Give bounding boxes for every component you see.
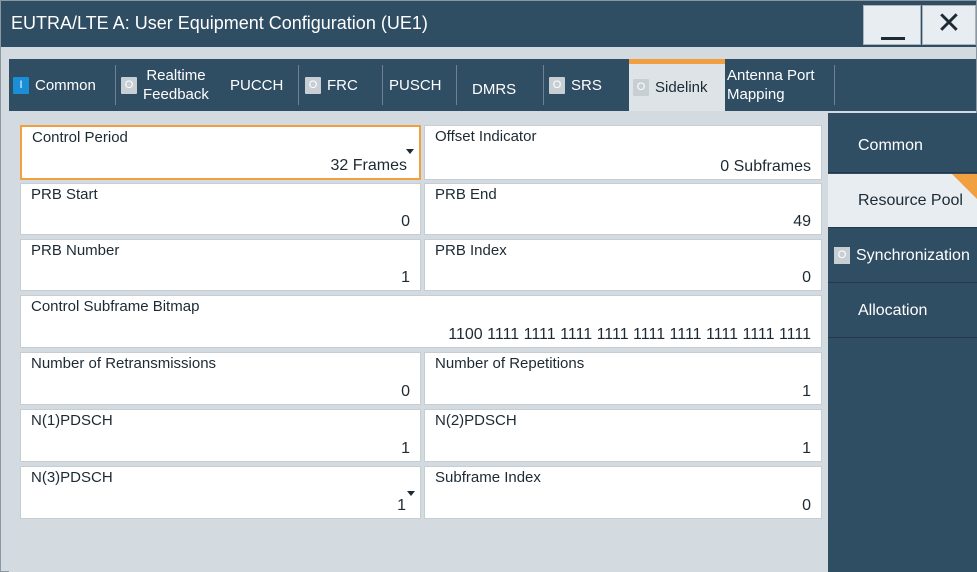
close-icon: ✕ — [936, 7, 962, 40]
num-retransmissions-field[interactable]: Number of Retransmissions 0 — [20, 352, 421, 405]
prb-number-field[interactable]: PRB Number 1 — [20, 239, 421, 291]
title-bar: EUTRA/LTE A: User Equipment Configuratio… — [1, 1, 976, 47]
tab-frc-label: FRC — [327, 76, 358, 94]
prb-index-field[interactable]: PRB Index 0 — [424, 239, 822, 291]
n3-pdsch-label: N(3)PDSCH — [31, 469, 113, 486]
tab-pusch-label: PUSCH — [389, 76, 442, 94]
prb-index-label: PRB Index — [435, 242, 507, 259]
nav-item-common-label: Common — [858, 136, 923, 154]
tab-bar: I Common O Realtime Feedback PUCCH O FRC… — [9, 59, 976, 111]
tab-frc-indicator: O — [305, 76, 321, 94]
tab-sidelink-label: Sidelink — [655, 79, 708, 96]
offset-indicator-label: Offset Indicator — [435, 128, 537, 145]
tab-common-label: Common — [35, 76, 96, 94]
close-button[interactable]: ✕ — [922, 5, 976, 45]
prb-end-field[interactable]: PRB End 49 — [424, 183, 822, 235]
tab-pusch[interactable]: PUSCH — [389, 59, 457, 111]
side-nav: Common Resource Pool O Synchronization A… — [828, 113, 977, 572]
n1-pdsch-label: N(1)PDSCH — [31, 412, 113, 429]
nav-item-synchronization-indicator: O — [834, 247, 850, 264]
tab-separator — [456, 65, 457, 105]
num-repetitions-label: Number of Repetitions — [435, 355, 585, 372]
subframe-index-field[interactable]: Subframe Index 0 — [424, 466, 822, 519]
control-subframe-bitmap-label: Control Subframe Bitmap — [31, 298, 200, 315]
tab-separator — [834, 65, 835, 105]
prb-end-label: PRB End — [435, 186, 497, 203]
control-period-value: 32 Frames — [330, 157, 407, 174]
tab-dmrs-label: DMRS — [472, 80, 517, 98]
tab-antenna-port-mapping-label: Antenna Port Mapping — [727, 67, 815, 103]
tab-separator — [382, 65, 383, 105]
tab-dmrs[interactable]: DMRS — [464, 59, 544, 111]
nav-item-resource-pool-label: Resource Pool — [858, 191, 963, 209]
n2-pdsch-value: 1 — [802, 440, 811, 457]
ue-config-window: EUTRA/LTE A: User Equipment Configuratio… — [0, 0, 977, 572]
prb-end-value: 49 — [793, 213, 811, 230]
tab-sidelink-indicator: O — [633, 79, 649, 96]
num-retransmissions-value: 0 — [401, 383, 410, 400]
n1-pdsch-value: 1 — [401, 440, 410, 457]
subframe-index-label: Subframe Index — [435, 469, 541, 486]
prb-number-label: PRB Number — [31, 242, 120, 259]
prb-index-value: 0 — [802, 269, 811, 286]
num-repetitions-field[interactable]: Number of Repetitions 1 — [424, 352, 822, 405]
minimize-icon — [881, 37, 905, 40]
tab-separator — [298, 65, 299, 105]
tab-antenna-port-mapping[interactable]: Antenna Port Mapping — [725, 59, 835, 111]
nav-item-allocation-label: Allocation — [858, 301, 928, 319]
tab-srs-indicator: O — [549, 76, 565, 94]
nav-item-common[interactable]: Common — [828, 119, 977, 173]
tab-frc[interactable]: O FRC — [305, 59, 383, 111]
tab-common-indicator: I — [13, 76, 29, 94]
nav-item-resource-pool[interactable]: Resource Pool — [828, 174, 977, 228]
tab-separator — [115, 65, 116, 105]
nav-item-allocation[interactable]: Allocation — [828, 284, 977, 338]
active-corner-indicator — [952, 174, 977, 200]
tab-sidelink[interactable]: O Sidelink — [629, 59, 725, 111]
control-subframe-bitmap-value: 1100 1111 1111 1111 1111 1111 1111 1111 … — [448, 326, 811, 343]
tab-pucch[interactable]: PUCCH — [227, 59, 299, 111]
tab-realtime-feedback-indicator: O — [121, 76, 137, 94]
tab-common[interactable]: I Common — [13, 59, 116, 111]
prb-number-value: 1 — [401, 269, 410, 286]
window-title: EUTRA/LTE A: User Equipment Configuratio… — [11, 13, 428, 33]
n1-pdsch-field[interactable]: N(1)PDSCH 1 — [20, 409, 421, 462]
control-period-field[interactable]: Control Period 32 Frames — [20, 125, 421, 180]
tab-separator — [543, 65, 544, 105]
dropdown-arrow-icon — [407, 491, 415, 496]
tab-srs-label: SRS — [571, 76, 602, 94]
nav-item-synchronization[interactable]: O Synchronization — [828, 229, 977, 283]
n2-pdsch-field[interactable]: N(2)PDSCH 1 — [424, 409, 822, 462]
tab-srs[interactable]: O SRS — [549, 59, 625, 111]
n3-pdsch-value: 1 — [397, 497, 406, 514]
n2-pdsch-label: N(2)PDSCH — [435, 412, 517, 429]
subframe-index-value: 0 — [802, 497, 811, 514]
n3-pdsch-field[interactable]: N(3)PDSCH 1 — [20, 466, 421, 519]
resource-pool-panel: Control Period 32 Frames Offset Indicato… — [9, 113, 828, 572]
num-retransmissions-label: Number of Retransmissions — [31, 355, 217, 372]
prb-start-label: PRB Start — [31, 186, 98, 203]
tab-realtime-feedback[interactable]: O Realtime Feedback — [121, 59, 227, 111]
control-period-label: Control Period — [32, 129, 128, 146]
control-subframe-bitmap-field[interactable]: Control Subframe Bitmap 1100 1111 1111 1… — [20, 295, 822, 348]
nav-item-synchronization-label: Synchronization — [856, 246, 970, 264]
prb-start-value: 0 — [401, 213, 410, 230]
tab-pucch-label: PUCCH — [230, 76, 284, 94]
dropdown-arrow-icon — [406, 149, 414, 154]
offset-indicator-value: 0 Subframes — [720, 158, 811, 175]
num-repetitions-value: 1 — [802, 383, 811, 400]
tab-realtime-feedback-label: Realtime Feedback — [143, 67, 209, 103]
offset-indicator-field[interactable]: Offset Indicator 0 Subframes — [424, 125, 822, 180]
prb-start-field[interactable]: PRB Start 0 — [20, 183, 421, 235]
minimize-button[interactable] — [863, 5, 921, 45]
